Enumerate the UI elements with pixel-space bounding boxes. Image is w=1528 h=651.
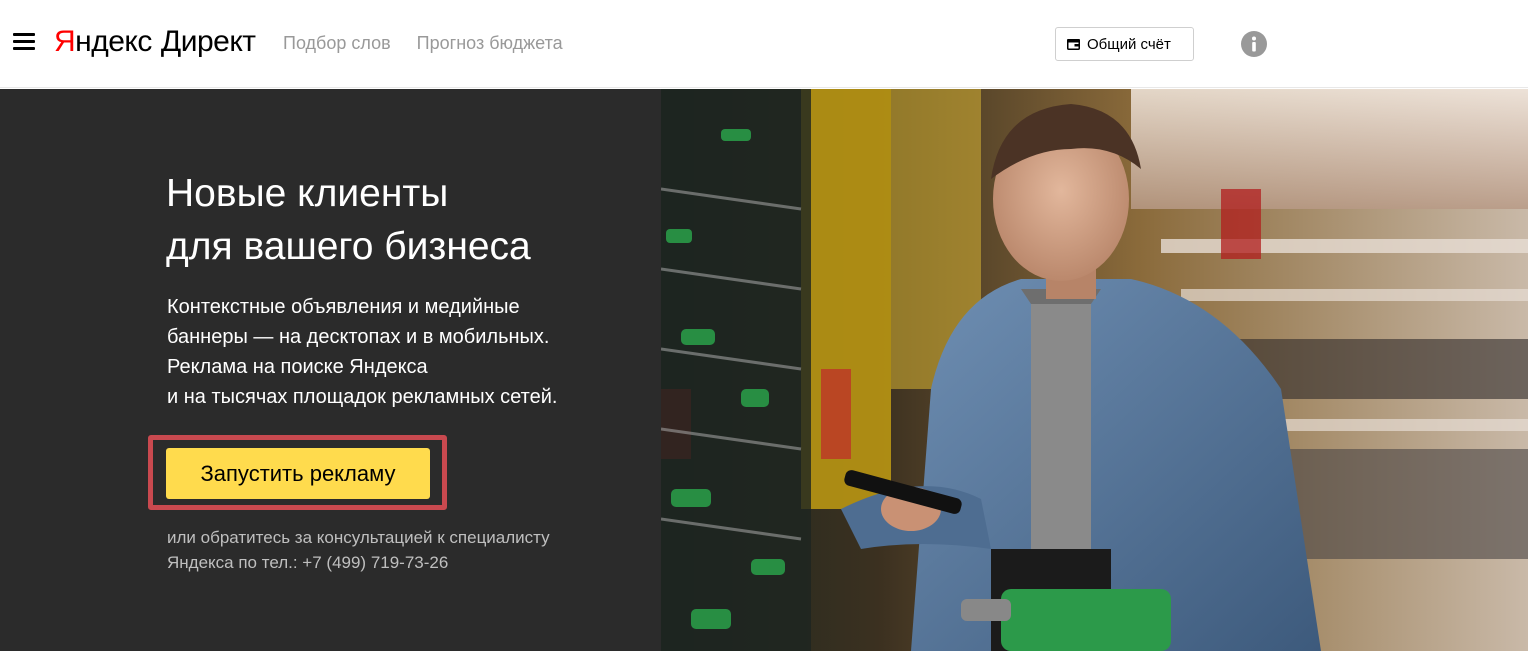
info-icon[interactable] <box>1241 31 1267 57</box>
nav-link-budget-forecast[interactable]: Прогноз бюджета <box>417 33 563 54</box>
logo-product: Директ <box>160 25 256 58</box>
consultation-note: или обратитесь за консультацией к специа… <box>167 525 550 575</box>
consultation-line-2: Яндекса по тел.: +7 (499) 719-73-26 <box>167 553 449 572</box>
shared-account-label: Общий счёт <box>1087 35 1171 53</box>
hero-photo-man-with-phone-in-tool-store <box>661 89 1528 651</box>
top-header: Яндекс Директ Подбор слов Прогноз бюджет… <box>0 0 1528 88</box>
hero-description-line-2: баннеры — на десктопах и в мобильных. <box>167 326 550 348</box>
hero-headline-line-2: для вашего бизнеса <box>166 225 531 268</box>
launch-ads-button[interactable]: Запустить рекламу <box>166 448 430 499</box>
top-nav: Подбор слов Прогноз бюджета <box>283 33 563 54</box>
wallet-icon <box>1067 38 1080 50</box>
info-glyph <box>1252 36 1256 52</box>
nav-link-keyword-selection[interactable]: Подбор слов <box>283 33 391 54</box>
hero-description-line-1: Контекстные объявления и медийные <box>167 296 520 318</box>
hero-headline-line-1: Новые клиенты <box>166 172 449 215</box>
hero-headline: Новые клиенты для вашего бизнеса <box>166 167 646 273</box>
hamburger-menu-icon[interactable] <box>13 33 35 51</box>
hero-description-line-4: и на тысячах площадок рекламных сетей. <box>167 386 558 408</box>
yandex-direct-logo[interactable]: Яндекс Директ <box>54 25 256 61</box>
hero-description-line-3: Реклама на поиске Яндекса <box>167 356 428 378</box>
hero-photo-illustration <box>661 89 1528 651</box>
consultation-line-1: или обратитесь за консультацией к специа… <box>167 528 550 547</box>
hero-description: Контекстные объявления и медийные баннер… <box>167 292 637 412</box>
logo-yandex: Яндекс <box>54 25 152 58</box>
shared-account-button[interactable]: Общий счёт <box>1055 27 1194 61</box>
